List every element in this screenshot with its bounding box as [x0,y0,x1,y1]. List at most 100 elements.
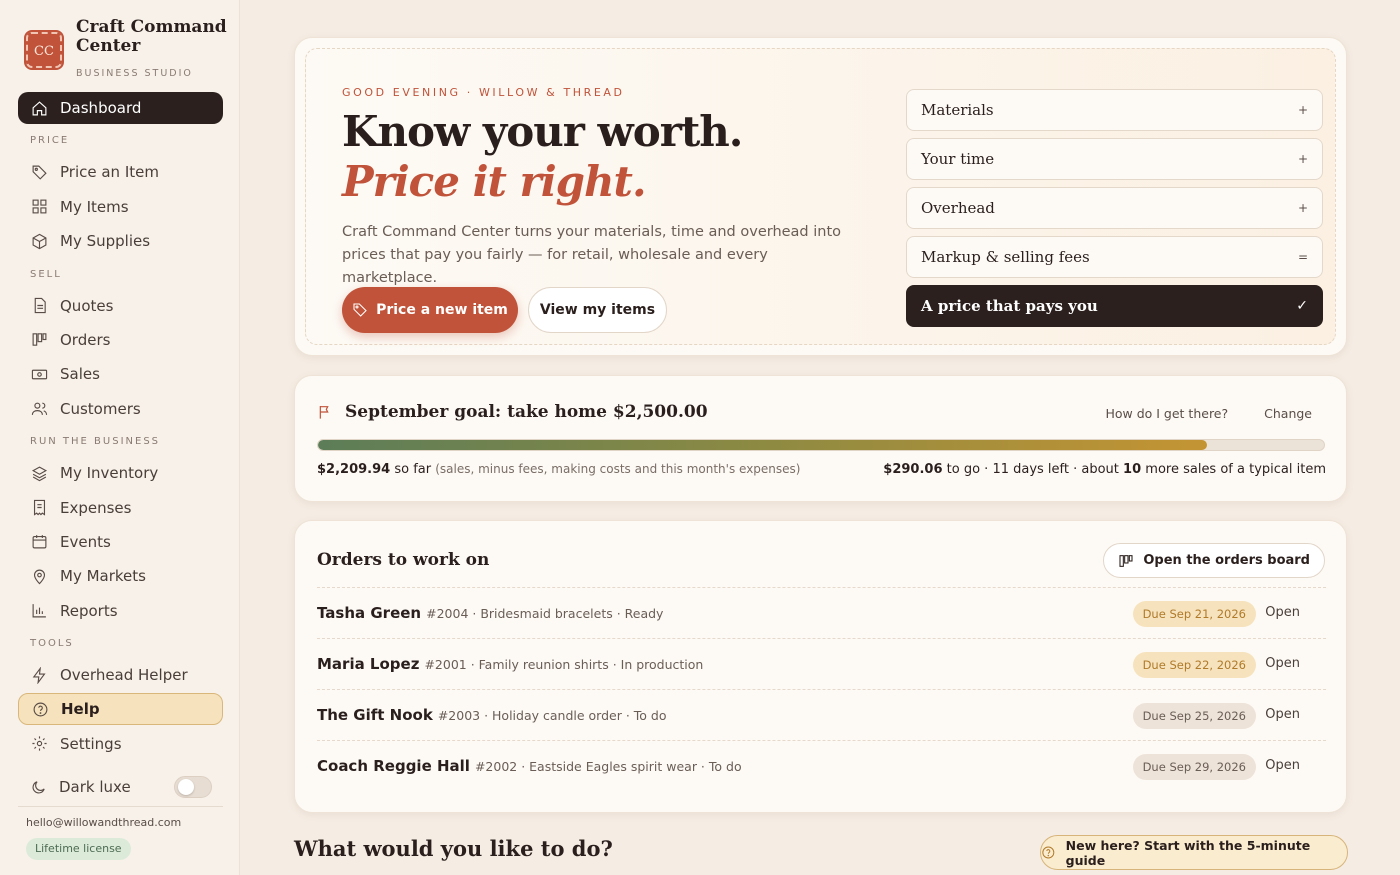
goal-so-far: $2,209.94 so far (sales, minus fees, mak… [317,462,800,477]
order-meta: #2001 · Family reunion shirts · In produ… [424,656,704,672]
step-label: Your time [921,150,995,168]
order-meta: #2003 · Holiday candle order · To do [437,707,667,723]
open-orders-board-button[interactable]: Open the orders board [1103,543,1325,578]
order-customer: Tasha Green [317,604,422,622]
goal-progress-fill [318,440,1208,450]
document-icon [34,297,46,314]
step-symbol: = [1297,250,1308,264]
how-to-get-there-link[interactable]: How do I get there? [1105,406,1228,421]
sidebar-item-events[interactable]: Events [18,526,223,558]
sidebar-item-label: Reports [60,601,118,620]
step-symbol: + [1297,103,1308,117]
pricing-step-result[interactable]: A price that pays you ✓ [906,285,1323,327]
tag-icon [32,165,47,180]
button-label: Price a new item [376,302,508,318]
brand[interactable]: CC Craft Command Center BUSINESS STUDIO [24,18,236,82]
nav-section-sell: SELL [30,268,62,280]
button-label: New here? Start with the 5-minute guide [1065,837,1311,868]
order-row[interactable]: Maria Lopez #2001 · Family reunion shirt… [317,638,1326,689]
sidebar-item-overhead[interactable]: Overhead Helper [18,659,223,691]
sidebar-item-my-items[interactable]: My Items [18,191,223,223]
dark-mode-toggle[interactable] [174,776,212,798]
so-far-note: (sales, minus fees, making costs and thi… [435,462,801,476]
sidebar-item-settings[interactable]: Settings [18,728,223,760]
lightning-icon [32,666,46,684]
step-symbol: + [1297,152,1308,166]
order-customer: Coach Reggie Hall [317,757,470,775]
sidebar-item-label: Help [61,700,100,719]
so-far-label: so far [394,462,432,477]
sidebar-item-label: My Items [60,197,129,216]
sidebar-item-label: Orders [60,330,111,349]
sidebar-item-label: Sales [60,365,100,384]
orders-title: Orders to work on [317,550,490,570]
sidebar-item-label: My Markets [60,567,146,586]
sidebar-item-label: Events [60,532,111,551]
order-row[interactable]: Coach Reggie Hall #2002 · Eastside Eagle… [317,740,1326,791]
open-order-link[interactable]: Open [1265,656,1300,671]
sidebar-item-label: Customers [60,399,141,418]
cash-icon [31,369,48,380]
step-label: Overhead [921,199,995,217]
more-sales-text: more sales of a typical item [1145,462,1326,477]
pricing-steps: Materials + Your time + Overhead + Marku… [906,89,1323,334]
more-sales-count: 10 [1123,462,1142,477]
goal-links: How do I get there? Change [1105,406,1312,421]
order-row[interactable]: Tasha Green #2004 · Bridesmaid bracelets… [317,587,1326,638]
brand-name: Craft Command Center [76,17,227,56]
order-meta: #2002 · Eastside Eagles spirit wear · To… [474,758,742,774]
open-order-link[interactable]: Open [1265,707,1300,722]
order-row[interactable]: The Gift Nook #2003 · Holiday candle ord… [317,689,1326,740]
sidebar-item-quotes[interactable]: Quotes [18,290,223,322]
sidebar-item-my-supplies[interactable]: My Supplies [18,225,223,257]
sidebar-item-reports[interactable]: Reports [18,595,223,627]
dark-mode-row: Dark luxe [30,772,212,802]
hero-description: Craft Command Center turns your material… [342,224,842,286]
start-guide-button[interactable]: New here? Start with the 5-minute guide [1040,835,1348,870]
sidebar-item-orders[interactable]: Orders [18,324,223,356]
sidebar-item-help[interactable]: Help [18,693,223,726]
sidebar-item-label: My Supplies [60,232,151,251]
sidebar-divider [18,806,223,807]
due-badge: Due Sep 22, 2026 [1132,652,1256,678]
pricing-step[interactable]: Overhead + [906,187,1323,229]
pricing-step[interactable]: Markup & selling fees = [906,236,1323,278]
pricing-step[interactable]: Materials + [906,89,1323,131]
hero-headline-accent: Price it right. [342,157,647,206]
check-icon: ✓ [1296,298,1308,314]
view-my-items-button[interactable]: View my items [528,287,667,333]
open-order-link[interactable]: Open [1265,605,1300,620]
open-order-link[interactable]: Open [1265,758,1300,773]
sidebar-item-sales[interactable]: Sales [18,358,223,390]
gear-icon [32,736,47,751]
sidebar-item-markets[interactable]: My Markets [18,560,223,592]
step-label: Materials [921,101,994,119]
calendar-icon [32,535,47,549]
pricing-step[interactable]: Your time + [906,138,1323,180]
sidebar-item-price-item[interactable]: Price an Item [18,156,223,188]
help-circle-icon [33,702,48,717]
due-badge: Due Sep 25, 2026 [1132,703,1256,729]
map-pin-icon [33,569,46,585]
goal-title: September goal: take home $2,500.00 [317,402,708,422]
bar-chart-icon [32,604,46,618]
sidebar-item-dashboard[interactable]: Dashboard [18,92,223,124]
hero-card: GOOD EVENING · WILLOW & THREAD Know your… [294,37,1347,356]
price-new-item-button[interactable]: Price a new item [342,287,518,333]
sidebar-item-label: Overhead Helper [60,666,188,685]
hero-inner: GOOD EVENING · WILLOW & THREAD Know your… [305,48,1336,345]
orders-list: Tasha Green #2004 · Bridesmaid bracelets… [317,587,1326,791]
board-icon [1119,554,1133,567]
sidebar-nav: Dashboard PRICE Price an Item My Items M… [18,92,223,762]
due-badge: Due Sep 29, 2026 [1132,754,1256,780]
sidebar-item-customers[interactable]: Customers [18,393,223,425]
sidebar-item-expenses[interactable]: Expenses [18,492,223,524]
due-badge: Due Sep 21, 2026 [1132,601,1256,627]
sidebar-item-inventory[interactable]: My Inventory [18,457,223,489]
goal-title-text: September goal: take home $2,500.00 [345,402,708,422]
button-label: Open the orders board [1143,553,1310,568]
section-title-actions: What would you like to do? [294,836,613,861]
box-icon [32,233,47,249]
step-symbol: + [1297,201,1308,215]
change-goal-link[interactable]: Change [1264,406,1312,421]
